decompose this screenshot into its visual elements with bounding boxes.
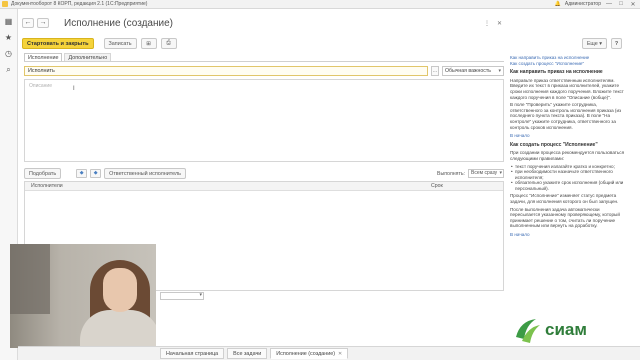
more-button[interactable]: Еще ▾ — [581, 38, 607, 49]
taskbar-tab-all-tasks[interactable]: Все задачи — [227, 348, 268, 359]
help-button[interactable]: ? — [611, 38, 622, 49]
siam-logo-text: сиам — [545, 320, 587, 339]
to-top-link[interactable]: В начало — [510, 133, 628, 139]
form-header-icons: ⋮ ✕ — [484, 20, 502, 27]
list-item: обязательно укажите срок исполнения (общ… — [510, 180, 628, 191]
save-button[interactable]: Записать — [103, 38, 137, 49]
task-name-input[interactable]: Исполнить — [24, 66, 428, 76]
controller-select[interactable]: ▾ — [160, 292, 204, 300]
execution-mode-select[interactable]: Всем сразу ▾ — [468, 169, 504, 178]
form-header: ← → Исполнение (создание) ⋮ ✕ — [22, 16, 502, 30]
user-name[interactable]: Администратор — [565, 1, 601, 7]
forward-button[interactable]: → — [37, 18, 49, 28]
favorites-star-icon[interactable]: ★ — [4, 33, 14, 43]
execution-mode-label: Выполнять: — [437, 170, 465, 177]
taskbar-tab-label: Исполнение (создание) — [276, 350, 336, 357]
grid-menu-icon[interactable]: ▦ — [4, 17, 14, 27]
taskbar-tab-label: Начальная страница — [166, 350, 219, 357]
executors-toolbar: Подобрать ◆ ◆ Ответственный исполнитель … — [24, 168, 504, 179]
taskbar-tab-label: Все задачи — [233, 350, 262, 357]
text-cursor-icon: I — [73, 86, 75, 92]
form-title: Исполнение (создание) — [64, 17, 173, 29]
titlebar-right: 🔔 Администратор — □ ✕ — [555, 1, 640, 8]
help-paragraph: В поле "Проверить" укажите сотрудника, о… — [510, 102, 622, 130]
move-down-icon[interactable]: ◆ — [90, 169, 102, 178]
column-executors[interactable]: Исполнители — [25, 182, 427, 190]
history-icon[interactable]: ◷ — [4, 49, 14, 59]
siam-logo: сиам — [512, 310, 630, 350]
chevron-down-icon: ▾ — [498, 68, 501, 74]
window-titlebar: Документооборот 8 КОРП, редакция 2.1 (1С… — [0, 0, 640, 9]
app-icon — [2, 1, 8, 7]
description-textarea[interactable]: Описание I — [24, 79, 504, 162]
execution-mode-value: Всем сразу — [471, 170, 498, 176]
taskbar-tab-home[interactable]: Начальная страница — [160, 348, 225, 359]
responsible-executor-button[interactable]: Ответственный исполнитель — [104, 168, 186, 179]
structure-icon[interactable]: ⊞ — [140, 38, 157, 49]
help-panel: Как направить приказ на исполнение Как с… — [510, 55, 628, 305]
open-windows-bar: Начальная страница Все задачи Исполнение… — [18, 346, 640, 360]
attach-icon[interactable]: ⎙ — [160, 38, 177, 49]
help-paragraph: Процесс "Исполнение" изменяет статус пре… — [510, 193, 619, 205]
importance-select[interactable]: Обычная важность ▾ — [442, 66, 504, 76]
table-header: Исполнители Срок — [25, 182, 503, 191]
start-and-close-button[interactable]: Стартовать и закрыть — [22, 38, 94, 49]
chevron-down-icon: ▾ — [499, 170, 502, 176]
help-heading-process: Как создать процесс "Исполнение" — [510, 141, 598, 148]
presenter-face — [103, 268, 137, 312]
close-window-button[interactable]: ✕ — [629, 1, 637, 8]
description-placeholder: Описание — [29, 83, 53, 89]
column-deadline[interactable]: Срок — [427, 182, 503, 190]
window-title: Документооборот 8 КОРП, редакция 2.1 (1С… — [11, 1, 148, 7]
move-up-icon[interactable]: ◆ — [76, 169, 88, 178]
help-paragraph: Направьте приказ ответственным исполните… — [510, 77, 624, 100]
chevron-down-icon: ▾ — [199, 292, 202, 298]
help-bullet-list: текст поручения излагайте кратко и конкр… — [510, 164, 628, 192]
help-heading-order: Как направить приказ на исполнение — [510, 69, 603, 76]
to-top-link[interactable]: В начало — [510, 232, 628, 238]
help-paragraph: После выполнения задача автоматически пе… — [510, 206, 620, 229]
more-actions-icon[interactable]: ⋮ — [484, 20, 490, 27]
execution-mode: Выполнять: Всем сразу ▾ — [437, 169, 504, 178]
pick-executors-button[interactable]: Подобрать — [24, 168, 62, 179]
form-toolbar: Стартовать и закрыть Записать ⊞ ⎙ Еще ▾ … — [22, 37, 622, 50]
task-name-select-button[interactable]: ... — [431, 66, 439, 76]
taskbar-tab-execution[interactable]: Исполнение (создание) ✕ — [270, 348, 349, 359]
importance-value: Обычная важность — [445, 68, 491, 74]
minimize-button[interactable]: — — [605, 1, 613, 7]
webcam-overlay — [10, 244, 156, 348]
close-tab-icon[interactable]: ✕ — [338, 349, 342, 359]
bell-icon[interactable]: 🔔 — [555, 1, 561, 7]
back-button[interactable]: ← — [22, 18, 34, 28]
help-link-process[interactable]: Как создать процесс "Исполнение" — [510, 61, 628, 67]
presenter-body — [80, 310, 156, 348]
webcam-shelf — [10, 244, 50, 314]
list-item: при необходимости назначьте ответственно… — [510, 169, 628, 180]
tab-divider — [24, 61, 504, 62]
task-name-row: Исполнить ... Обычная важность ▾ — [24, 66, 504, 77]
help-paragraph: При создании процесса рекомендуется поль… — [510, 150, 625, 161]
siam-logo-mark — [516, 319, 540, 343]
close-form-icon[interactable]: ✕ — [497, 20, 502, 27]
maximize-button[interactable]: □ — [617, 1, 625, 7]
search-icon[interactable]: ⌕ — [4, 65, 14, 75]
